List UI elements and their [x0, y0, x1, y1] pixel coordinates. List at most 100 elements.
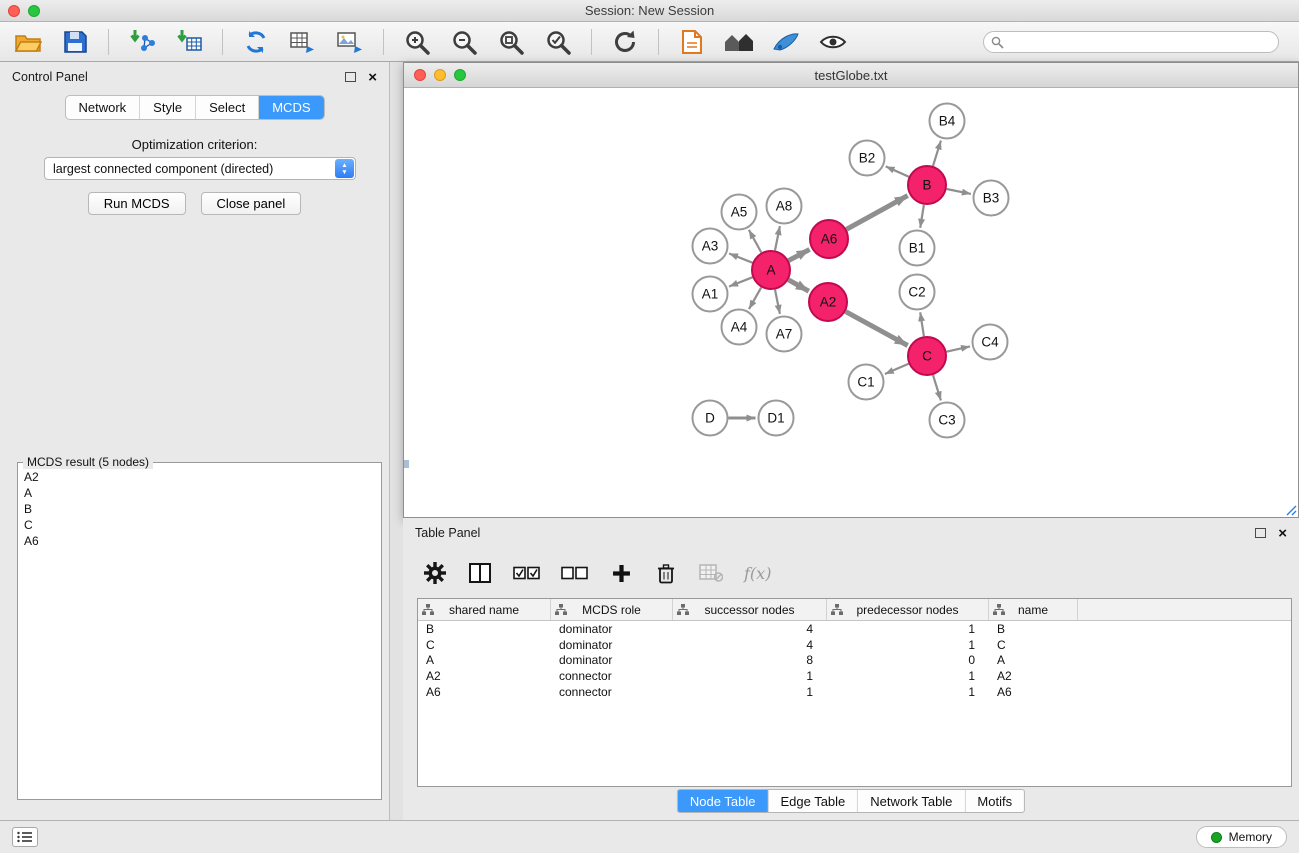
- edge-A6-B[interactable]: [847, 196, 908, 230]
- node-D[interactable]: D: [693, 401, 728, 436]
- delete-row-button[interactable]: [654, 560, 678, 586]
- close-panel-icon[interactable]: ×: [368, 70, 377, 85]
- column-header-MCDS-role[interactable]: MCDS role: [551, 599, 673, 620]
- refresh-button[interactable]: [609, 26, 641, 58]
- table-row[interactable]: A6connector11A6: [418, 684, 1291, 700]
- tab-style[interactable]: Style: [139, 96, 195, 119]
- table-row[interactable]: Bdominator41B: [418, 621, 1291, 637]
- node-C3[interactable]: C3: [930, 403, 965, 438]
- node-C2[interactable]: C2: [900, 275, 935, 310]
- edge-C-C1[interactable]: [885, 364, 909, 374]
- float-panel-icon[interactable]: [345, 72, 356, 82]
- node-table[interactable]: shared nameMCDS rolesuccessor nodesprede…: [417, 598, 1292, 787]
- edge-B-B1[interactable]: [920, 205, 924, 228]
- node-A3[interactable]: A3: [693, 229, 728, 264]
- node-A8[interactable]: A8: [767, 189, 802, 224]
- apply-table-disabled-button[interactable]: [699, 560, 723, 586]
- function-builder-button[interactable]: f(x): [744, 560, 771, 586]
- column-header-successor-nodes[interactable]: successor nodes: [673, 599, 827, 620]
- memory-button[interactable]: Memory: [1196, 826, 1287, 848]
- export-image-button[interactable]: [334, 26, 366, 58]
- result-item[interactable]: A6: [24, 533, 375, 549]
- node-C[interactable]: C: [908, 337, 946, 375]
- edge-A-A5[interactable]: [749, 230, 761, 253]
- node-A2[interactable]: A2: [809, 283, 847, 321]
- column-header-predecessor-nodes[interactable]: predecessor nodes: [827, 599, 989, 620]
- select-all-button[interactable]: [513, 560, 540, 586]
- node-C1[interactable]: C1: [849, 365, 884, 400]
- table-row[interactable]: Cdominator41C: [418, 637, 1291, 653]
- edge-A-A1[interactable]: [729, 277, 752, 286]
- node-B1[interactable]: B1: [900, 231, 935, 266]
- tab-node-table[interactable]: Node Table: [678, 790, 768, 812]
- tab-mcds[interactable]: MCDS: [258, 96, 323, 119]
- column-header-name[interactable]: name: [989, 599, 1078, 620]
- zoom-selected-button[interactable]: [542, 26, 574, 58]
- import-table-button[interactable]: [173, 26, 205, 58]
- edge-C-C2[interactable]: [920, 312, 924, 336]
- table-row[interactable]: A2connector11A2: [418, 668, 1291, 684]
- network-window[interactable]: testGlobe.txt B4B2BB3A5A8A6B1A3AC2A1A2A4…: [403, 62, 1299, 518]
- deselect-all-button[interactable]: [561, 560, 588, 586]
- tab-network-table[interactable]: Network Table: [857, 790, 964, 812]
- edge-A-A8[interactable]: [775, 226, 780, 250]
- result-item[interactable]: C: [24, 517, 375, 533]
- edge-A-A7[interactable]: [775, 290, 780, 314]
- node-B4[interactable]: B4: [930, 104, 965, 139]
- edge-B-B3[interactable]: [947, 189, 971, 194]
- table-row[interactable]: Adominator80A: [418, 652, 1291, 668]
- network-canvas[interactable]: B4 B2 B B3 A5 A8A6 B1 A3 A C2 A1 A2 A4 A7 C4 C C1 C3 D D1: [404, 88, 1298, 517]
- tab-motifs[interactable]: Motifs: [964, 790, 1024, 812]
- result-item[interactable]: A2: [24, 469, 375, 485]
- edge-C-C3[interactable]: [933, 375, 941, 400]
- resize-grip-icon[interactable]: [1284, 503, 1297, 516]
- node-B2[interactable]: B2: [850, 141, 885, 176]
- edge-B-B2[interactable]: [886, 166, 909, 176]
- save-session-button[interactable]: [59, 26, 91, 58]
- edge-B-B4[interactable]: [933, 141, 941, 166]
- graphics-details-button[interactable]: [817, 26, 849, 58]
- resize-handle-left[interactable]: [404, 460, 409, 468]
- node-A1[interactable]: A1: [693, 277, 728, 312]
- import-network-button[interactable]: [126, 26, 158, 58]
- node-B3[interactable]: B3: [974, 181, 1009, 216]
- optimization-criterion-select[interactable]: largest connected component (directed) ▲…: [44, 157, 356, 180]
- node-A5[interactable]: A5: [722, 195, 757, 230]
- search-input[interactable]: [983, 31, 1279, 53]
- edge-A-A3[interactable]: [729, 254, 752, 263]
- tab-select[interactable]: Select: [195, 96, 258, 119]
- column-settings-button[interactable]: [423, 560, 447, 586]
- network-graph[interactable]: B4 B2 B B3 A5 A8A6 B1 A3 A C2 A1 A2 A4 A7 C4 C C1 C3 D D1: [404, 88, 1298, 517]
- edge-A-A2[interactable]: [788, 280, 808, 291]
- result-item[interactable]: A: [24, 485, 375, 501]
- column-header-shared-name[interactable]: shared name: [418, 599, 551, 620]
- export-table-button[interactable]: [287, 26, 319, 58]
- node-C4[interactable]: C4: [973, 325, 1008, 360]
- edge-A-A4[interactable]: [749, 287, 761, 309]
- export-network-button[interactable]: [240, 26, 272, 58]
- run-mcds-button[interactable]: Run MCDS: [88, 192, 186, 215]
- result-item[interactable]: B: [24, 501, 375, 517]
- node-A[interactable]: A: [752, 251, 790, 289]
- node-A7[interactable]: A7: [767, 317, 802, 352]
- node-A6[interactable]: A6: [810, 220, 848, 258]
- node-A4[interactable]: A4: [722, 310, 757, 345]
- zoom-in-button[interactable]: [401, 26, 433, 58]
- node-D1[interactable]: D1: [759, 401, 794, 436]
- zoom-out-button[interactable]: [448, 26, 480, 58]
- task-history-button[interactable]: [12, 827, 38, 847]
- show-columns-button[interactable]: [468, 560, 492, 586]
- apply-style-button[interactable]: [770, 26, 802, 58]
- edge-A-A6[interactable]: [789, 249, 810, 260]
- float-panel-icon[interactable]: [1255, 528, 1266, 538]
- edge-A2-C[interactable]: [846, 312, 908, 346]
- node-B[interactable]: B: [908, 166, 946, 204]
- open-session-button[interactable]: [12, 26, 44, 58]
- home-button[interactable]: [723, 26, 755, 58]
- tab-edge-table[interactable]: Edge Table: [767, 790, 857, 812]
- zoom-fit-button[interactable]: [495, 26, 527, 58]
- copy-view-button[interactable]: [676, 26, 708, 58]
- tab-network[interactable]: Network: [65, 96, 139, 119]
- add-row-button[interactable]: [609, 560, 633, 586]
- close-panel-icon[interactable]: ×: [1278, 526, 1287, 541]
